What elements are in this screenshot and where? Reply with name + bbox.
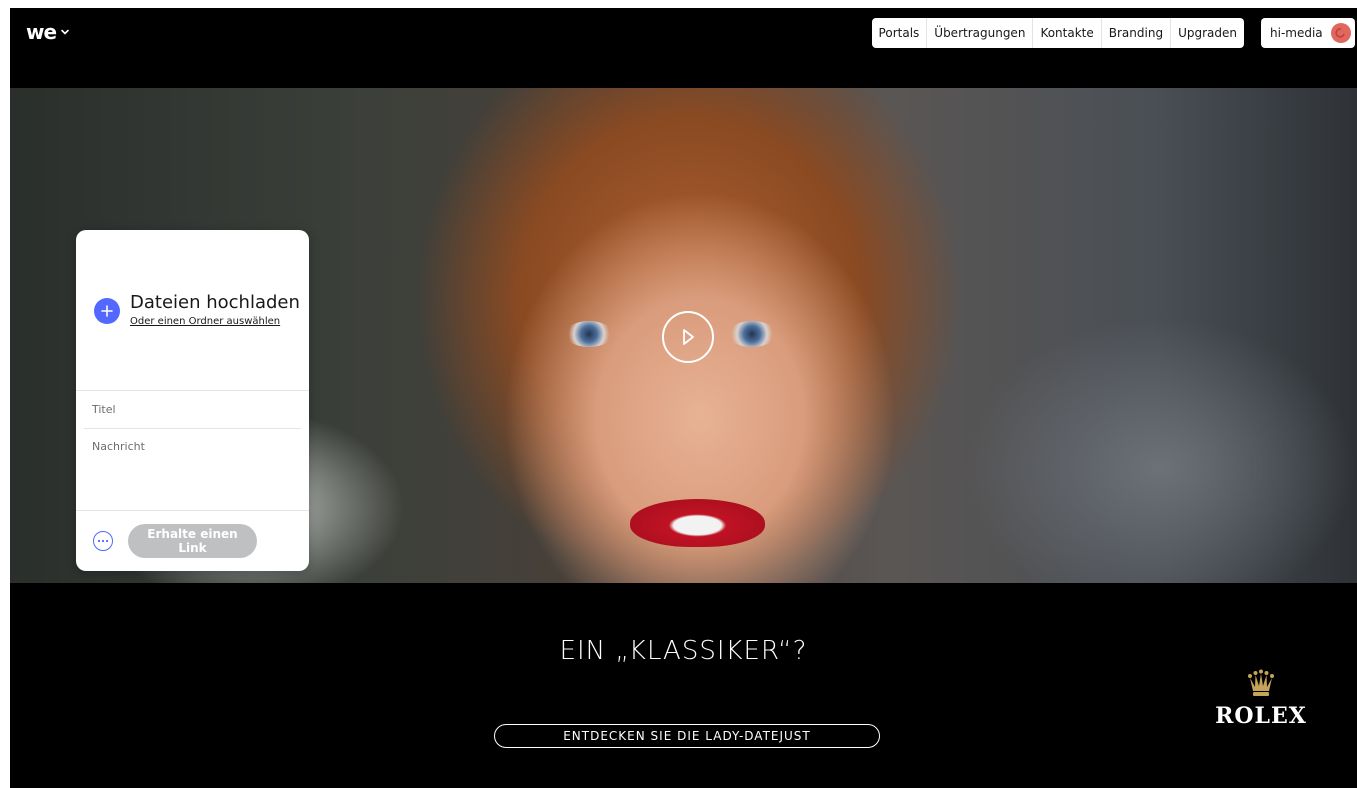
hero-image-detail <box>630 499 765 547</box>
title-input[interactable] <box>84 391 301 429</box>
select-folder-link[interactable]: Oder einen Ordner auswählen <box>130 316 300 327</box>
add-files-button[interactable] <box>94 298 120 324</box>
message-input[interactable] <box>84 438 301 508</box>
ad-cta-button[interactable]: ENTDECKEN SIE DIE LADY-DATEJUST <box>494 724 880 748</box>
upload-files-area[interactable]: Dateien hochladen Oder einen Ordner ausw… <box>94 292 300 327</box>
upload-files-title[interactable]: Dateien hochladen <box>130 292 300 314</box>
nav-contacts[interactable]: Kontakte <box>1033 18 1102 48</box>
nav-branding[interactable]: Branding <box>1102 18 1172 48</box>
rolex-logo[interactable]: ROLEX <box>1198 669 1324 729</box>
upload-text: Dateien hochladen Oder einen Ordner ausw… <box>130 292 300 327</box>
play-icon <box>683 329 694 345</box>
avatar-swirl-icon <box>1335 28 1345 38</box>
get-link-label-line1: Erhalte einen <box>147 527 238 541</box>
ad-headline: EIN „KLASSIKER“? <box>559 636 808 666</box>
wetransfer-logo: we <box>26 20 57 44</box>
play-video-button[interactable] <box>662 311 714 363</box>
get-link-label: Erhalte einen Link <box>147 527 237 555</box>
account-menu-button[interactable]: hi-media <box>1261 18 1355 48</box>
get-link-label-line2: Link <box>178 541 207 555</box>
divider <box>76 510 309 511</box>
more-options-button[interactable] <box>93 531 113 551</box>
hero-image-detail <box>565 321 613 347</box>
nav-portals[interactable]: Portals <box>872 18 928 48</box>
more-options-icon <box>97 539 109 543</box>
chevron-down-icon <box>61 29 69 35</box>
rolex-crown-icon <box>1248 669 1274 696</box>
wetransfer-logo-menu[interactable]: we <box>26 22 70 42</box>
get-link-button[interactable]: Erhalte einen Link <box>128 524 257 558</box>
rolex-wordmark: ROLEX <box>1215 703 1307 729</box>
avatar <box>1330 23 1351 43</box>
hero-image-detail <box>728 321 776 347</box>
top-navigation: Portals Übertragungen Kontakte Branding … <box>871 18 1244 48</box>
nav-transfers[interactable]: Übertragungen <box>927 18 1034 48</box>
upload-card: Dateien hochladen Oder einen Ordner ausw… <box>76 230 309 571</box>
plus-icon <box>101 305 113 317</box>
nav-upgrade[interactable]: Upgraden <box>1171 18 1244 48</box>
page-stage: we Portals Übertragungen Kontakte Brandi… <box>10 8 1357 788</box>
account-label: hi-media <box>1270 26 1323 40</box>
